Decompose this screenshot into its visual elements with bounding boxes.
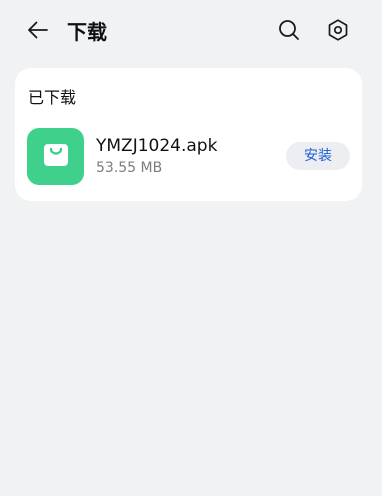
shopping-bag-icon [41,140,71,174]
arrow-left-icon [26,18,50,46]
back-button[interactable] [24,18,52,46]
search-icon [277,18,301,46]
app-header: 下载 [0,0,382,64]
section-title: 已下载 [28,88,77,107]
search-button[interactable] [275,18,303,46]
settings-button[interactable] [324,18,352,46]
downloaded-card: 已下载 YMZJ1024.apk 53.55 MB 安装 [15,68,362,201]
file-name: YMZJ1024.apk [96,136,218,156]
file-size: 53.55 MB [96,160,163,176]
install-button[interactable]: 安装 [286,142,350,170]
gear-icon [326,18,350,46]
download-item[interactable]: YMZJ1024.apk 53.55 MB 安装 [15,126,362,186]
app-icon [27,128,84,185]
page-title: 下载 [67,20,107,44]
